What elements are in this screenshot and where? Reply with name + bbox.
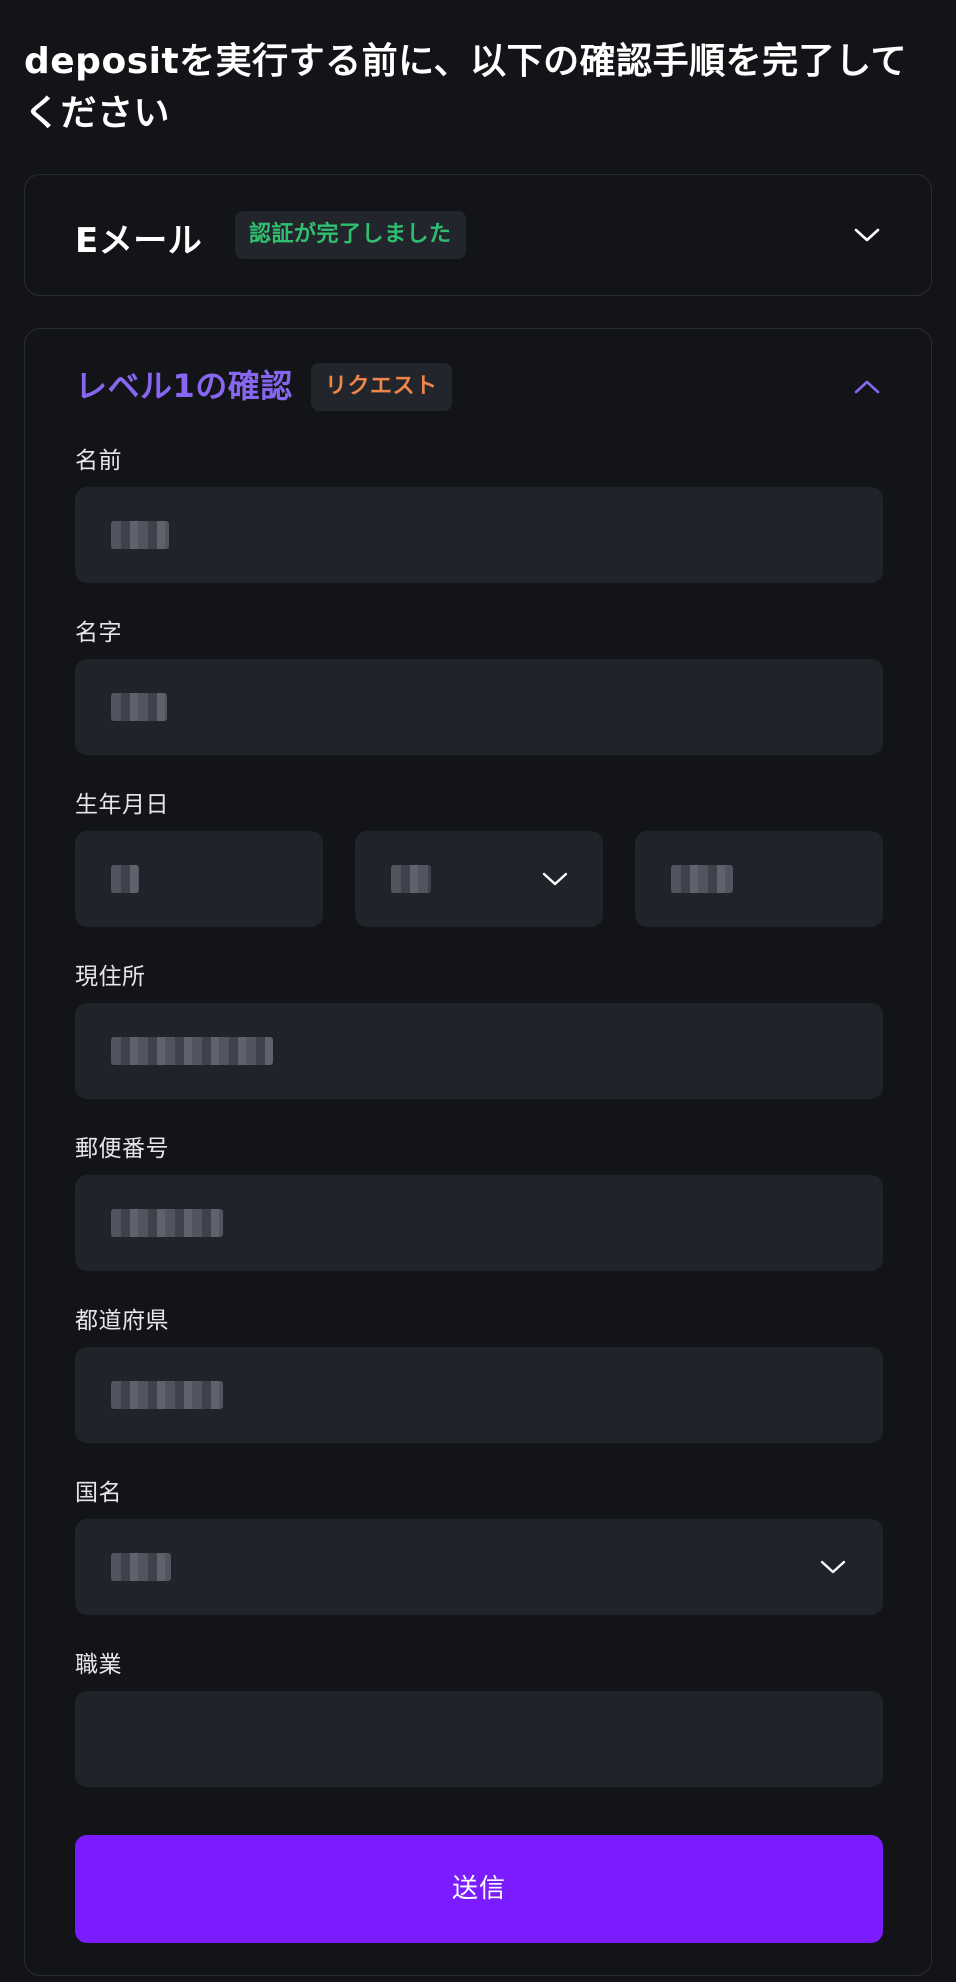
first-name-label: 名前 [75,448,122,474]
deposit-requirement-message: depositを実行する前に、以下の確認手順を完了してください [24,41,908,134]
address-label: 現住所 [75,964,146,990]
level1-section-title: レベル1の確認 [75,367,293,405]
submit-button[interactable]: 送信 [75,1835,883,1943]
birth-year-input[interactable] [635,831,883,927]
chevron-up-icon[interactable] [853,377,881,397]
last-name-input[interactable] [75,659,883,755]
redacted-last-name [111,693,167,721]
first-name-input[interactable] [75,487,883,583]
prefecture-input[interactable] [75,1347,883,1443]
level1-verification-section: レベル1の確認 リクエスト 名前 名字 生年月日 現住所 郵便番号 都道府県 国… [24,328,932,1976]
chevron-down-icon [542,872,568,886]
country-label: 国名 [75,1480,122,1506]
occupation-label: 職業 [75,1652,122,1678]
redacted-birth-month [391,865,431,893]
country-select[interactable] [75,1519,883,1615]
birth-day-input[interactable] [75,831,323,927]
redacted-prefecture [111,1381,223,1409]
postal-code-label: 郵便番号 [75,1136,169,1162]
redacted-first-name [111,521,169,549]
birthdate-label: 生年月日 [75,792,169,818]
email-section-title: Eメール [75,221,203,261]
redacted-country [111,1553,171,1581]
postal-code-input[interactable] [75,1175,883,1271]
redacted-postal-code [111,1209,223,1237]
redacted-birth-year [671,865,733,893]
email-verification-section[interactable]: Eメール 認証が完了しました [24,174,932,296]
chevron-down-icon [820,1560,846,1574]
birth-month-select[interactable] [355,831,603,927]
address-input[interactable] [75,1003,883,1099]
level1-request-badge: リクエスト [311,363,452,411]
redacted-address [111,1037,273,1065]
redacted-birth-day [111,865,139,893]
last-name-label: 名字 [75,620,122,646]
prefecture-label: 都道府県 [75,1308,169,1334]
occupation-input[interactable] [75,1691,883,1787]
email-verified-badge: 認証が完了しました [235,211,466,259]
chevron-down-icon[interactable] [853,225,881,245]
